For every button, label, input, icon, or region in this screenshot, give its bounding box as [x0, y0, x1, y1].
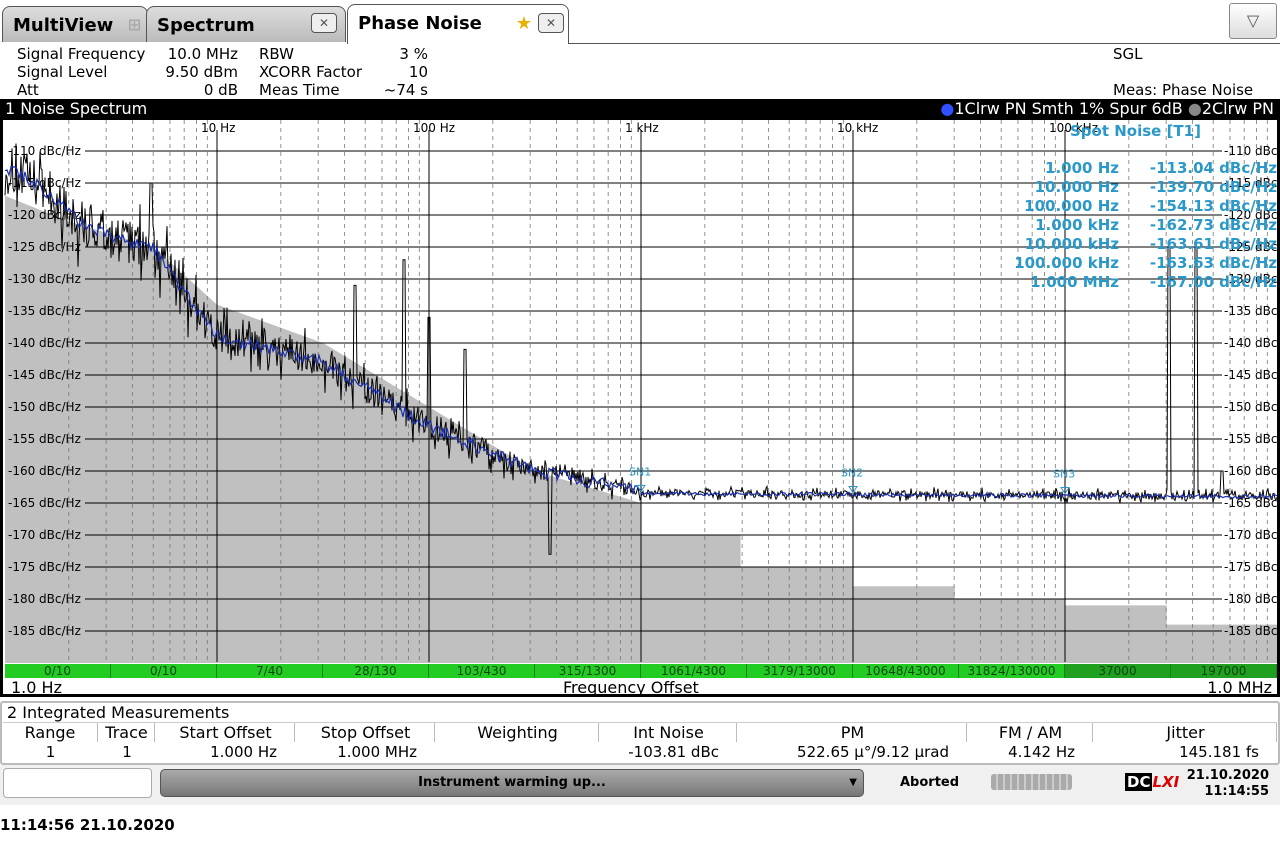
spot-noise-value: -139.70 dBc/Hz — [1149, 178, 1277, 196]
column-header: Range — [3, 723, 98, 742]
column-header: Trace — [99, 723, 155, 742]
y-tick-label: -165 dBc/Hz — [8, 496, 81, 510]
y-tick-label-right: -145 dBc — [1224, 368, 1278, 382]
message-dropdown[interactable]: Instrument warming up... ▼ — [160, 769, 864, 797]
star-icon: ★ — [515, 13, 532, 34]
table-cell: 1.000 Hz — [210, 743, 277, 761]
y-tick-label-right: -160 dBc — [1224, 464, 1278, 478]
xcorr-segment: 0/10 — [5, 664, 111, 678]
table-cell: 1.000 MHz — [337, 743, 417, 761]
x-tick-label: 10 Hz — [201, 121, 235, 135]
phase-noise-chart: -110 dBc/Hz -110 dBc-115 dBc/Hz -115 dBc-1… — [4, 120, 1278, 664]
xcorr-segment: 28/130 — [323, 664, 429, 678]
marker-label: SN3 — [1053, 468, 1075, 481]
y-tick-label-right: -170 dBc — [1224, 528, 1278, 542]
progress-indicator — [991, 774, 1072, 790]
y-tick-label: -110 dBc/Hz — [8, 144, 81, 158]
spot-noise-frequency: 1.000 kHz — [1035, 216, 1119, 234]
marker-label: SN1 — [629, 465, 651, 478]
y-tick-label: -130 dBc/Hz — [8, 272, 81, 286]
column-header: Int Noise — [601, 723, 737, 742]
xcorr-progress-bar: 0/10 0/10 7/40 28/130 103/430 315/1300 1061/43… — [5, 664, 1277, 678]
spot-noise-value: -167.00 dBc/Hz — [1149, 273, 1277, 291]
y-tick-label: -140 dBc/Hz — [8, 336, 81, 350]
x-axis-label: Frequency Offset — [563, 678, 699, 697]
y-tick-label: -135 dBc/Hz — [8, 304, 81, 318]
column-header: Jitter — [1095, 723, 1277, 742]
close-icon[interactable]: ✕ — [538, 13, 564, 33]
table-cell: -103.81 dBc — [628, 743, 719, 761]
screenshot-timestamp: 11:14:56 21.10.2020 — [0, 816, 175, 834]
tab-phase-noise[interactable]: Phase Noise ★ ✕ — [347, 4, 569, 44]
spot-noise-value: -162.73 dBc/Hz — [1149, 216, 1277, 234]
spot-noise-frequency: 10.000 kHz — [1024, 235, 1119, 253]
status-input[interactable] — [3, 768, 152, 798]
status-time: 11:14:55 — [1204, 784, 1269, 799]
spot-noise-frequency: 100.000 kHz — [1014, 254, 1119, 272]
xcorr-segment: 197000 — [1171, 664, 1277, 678]
y-tick-label: -125 dBc/Hz — [8, 240, 81, 254]
y-tick-label-right: -175 dBc — [1224, 560, 1278, 574]
status-message: Instrument warming up... — [418, 775, 606, 790]
y-tick-label: -145 dBc/Hz — [8, 368, 81, 382]
xcorr-segment: 10648/43000 — [853, 664, 959, 678]
xcorr-segment: 7/40 — [217, 664, 323, 678]
y-tick-label-right: -135 dBc — [1224, 304, 1278, 318]
xcorr-segment: 103/430 — [429, 664, 535, 678]
column-header: Weighting — [437, 723, 599, 742]
spot-noise-frequency: 100.000 Hz — [1024, 197, 1119, 215]
table-cell: 1 — [122, 743, 132, 761]
y-tick-label: -155 dBc/Hz — [8, 432, 81, 446]
y-tick-label-right: -180 dBc — [1224, 592, 1278, 606]
integrated-title: 2 Integrated Measurements — [7, 703, 230, 722]
x-tick-label: 10 kHz — [837, 121, 878, 135]
column-header: PM — [739, 723, 967, 742]
xcorr-segment: 37000 — [1065, 664, 1171, 678]
xcorr-segment: 31824/130000 — [959, 664, 1065, 678]
xcorr-segment: 0/10 — [111, 664, 217, 678]
spot-noise-value: -113.04 dBc/Hz — [1149, 159, 1277, 177]
y-tick-label: -160 dBc/Hz — [8, 464, 81, 478]
y-tick-label-right: -110 dBc — [1224, 144, 1278, 158]
y-tick-label: -170 dBc/Hz — [8, 528, 81, 542]
table-cell: 1 — [45, 743, 56, 761]
xcorr-segment: 3179/13000 — [747, 664, 853, 678]
marker-label: SN2 — [841, 466, 863, 479]
table-cell: 145.181 fs — [1179, 743, 1259, 761]
x-tick-label: 1 kHz — [625, 121, 659, 135]
y-tick-label: -175 dBc/Hz — [8, 560, 81, 574]
lxi-logo: DC LXI — [1125, 773, 1180, 791]
y-tick-label-right: -150 dBc — [1224, 400, 1278, 414]
xcorr-segment: 1061/4300 — [641, 664, 747, 678]
spot-noise-value: -163.63 dBc/Hz — [1149, 254, 1277, 272]
y-tick-label-right: -185 dBc — [1224, 624, 1278, 638]
y-tick-label: -180 dBc/Hz — [8, 592, 81, 606]
tab-label: Phase Noise — [358, 13, 482, 34]
column-header: FM / AM — [969, 723, 1093, 742]
table-cell: 4.142 Hz — [1008, 743, 1075, 761]
sweep-state: Aborted — [900, 775, 960, 790]
table-cell: 522.65 µ°/9.12 µrad — [797, 743, 949, 761]
status-date: 21.10.2020 — [1186, 768, 1269, 783]
x-axis-stop: 1.0 MHz — [1207, 678, 1272, 697]
spot-noise-value: -154.13 dBc/Hz — [1149, 197, 1277, 215]
spot-noise-value: -163.61 dBc/Hz — [1149, 235, 1277, 253]
column-header: Start Offset — [157, 723, 295, 742]
xcorr-segment: 315/1300 — [535, 664, 641, 678]
y-tick-label-right: -140 dBc — [1224, 336, 1278, 350]
y-tick-label: -185 dBc/Hz — [8, 624, 81, 638]
spot-noise-frequency: 1.000 Hz — [1045, 159, 1119, 177]
dropdown-arrow-icon: ▼ — [849, 777, 857, 788]
column-header: Stop Offset — [297, 723, 435, 742]
x-tick-label: 100 Hz — [413, 121, 455, 135]
x-axis-start: 1.0 Hz — [11, 678, 62, 697]
spot-noise-title: Spot Noise [T1] — [1070, 122, 1201, 140]
spot-noise-frequency: 1.000 MHz — [1030, 273, 1119, 291]
y-tick-label: -150 dBc/Hz — [8, 400, 81, 414]
spot-noise-frequency: 10.000 Hz — [1034, 178, 1119, 196]
y-tick-label-right: -155 dBc — [1224, 432, 1278, 446]
